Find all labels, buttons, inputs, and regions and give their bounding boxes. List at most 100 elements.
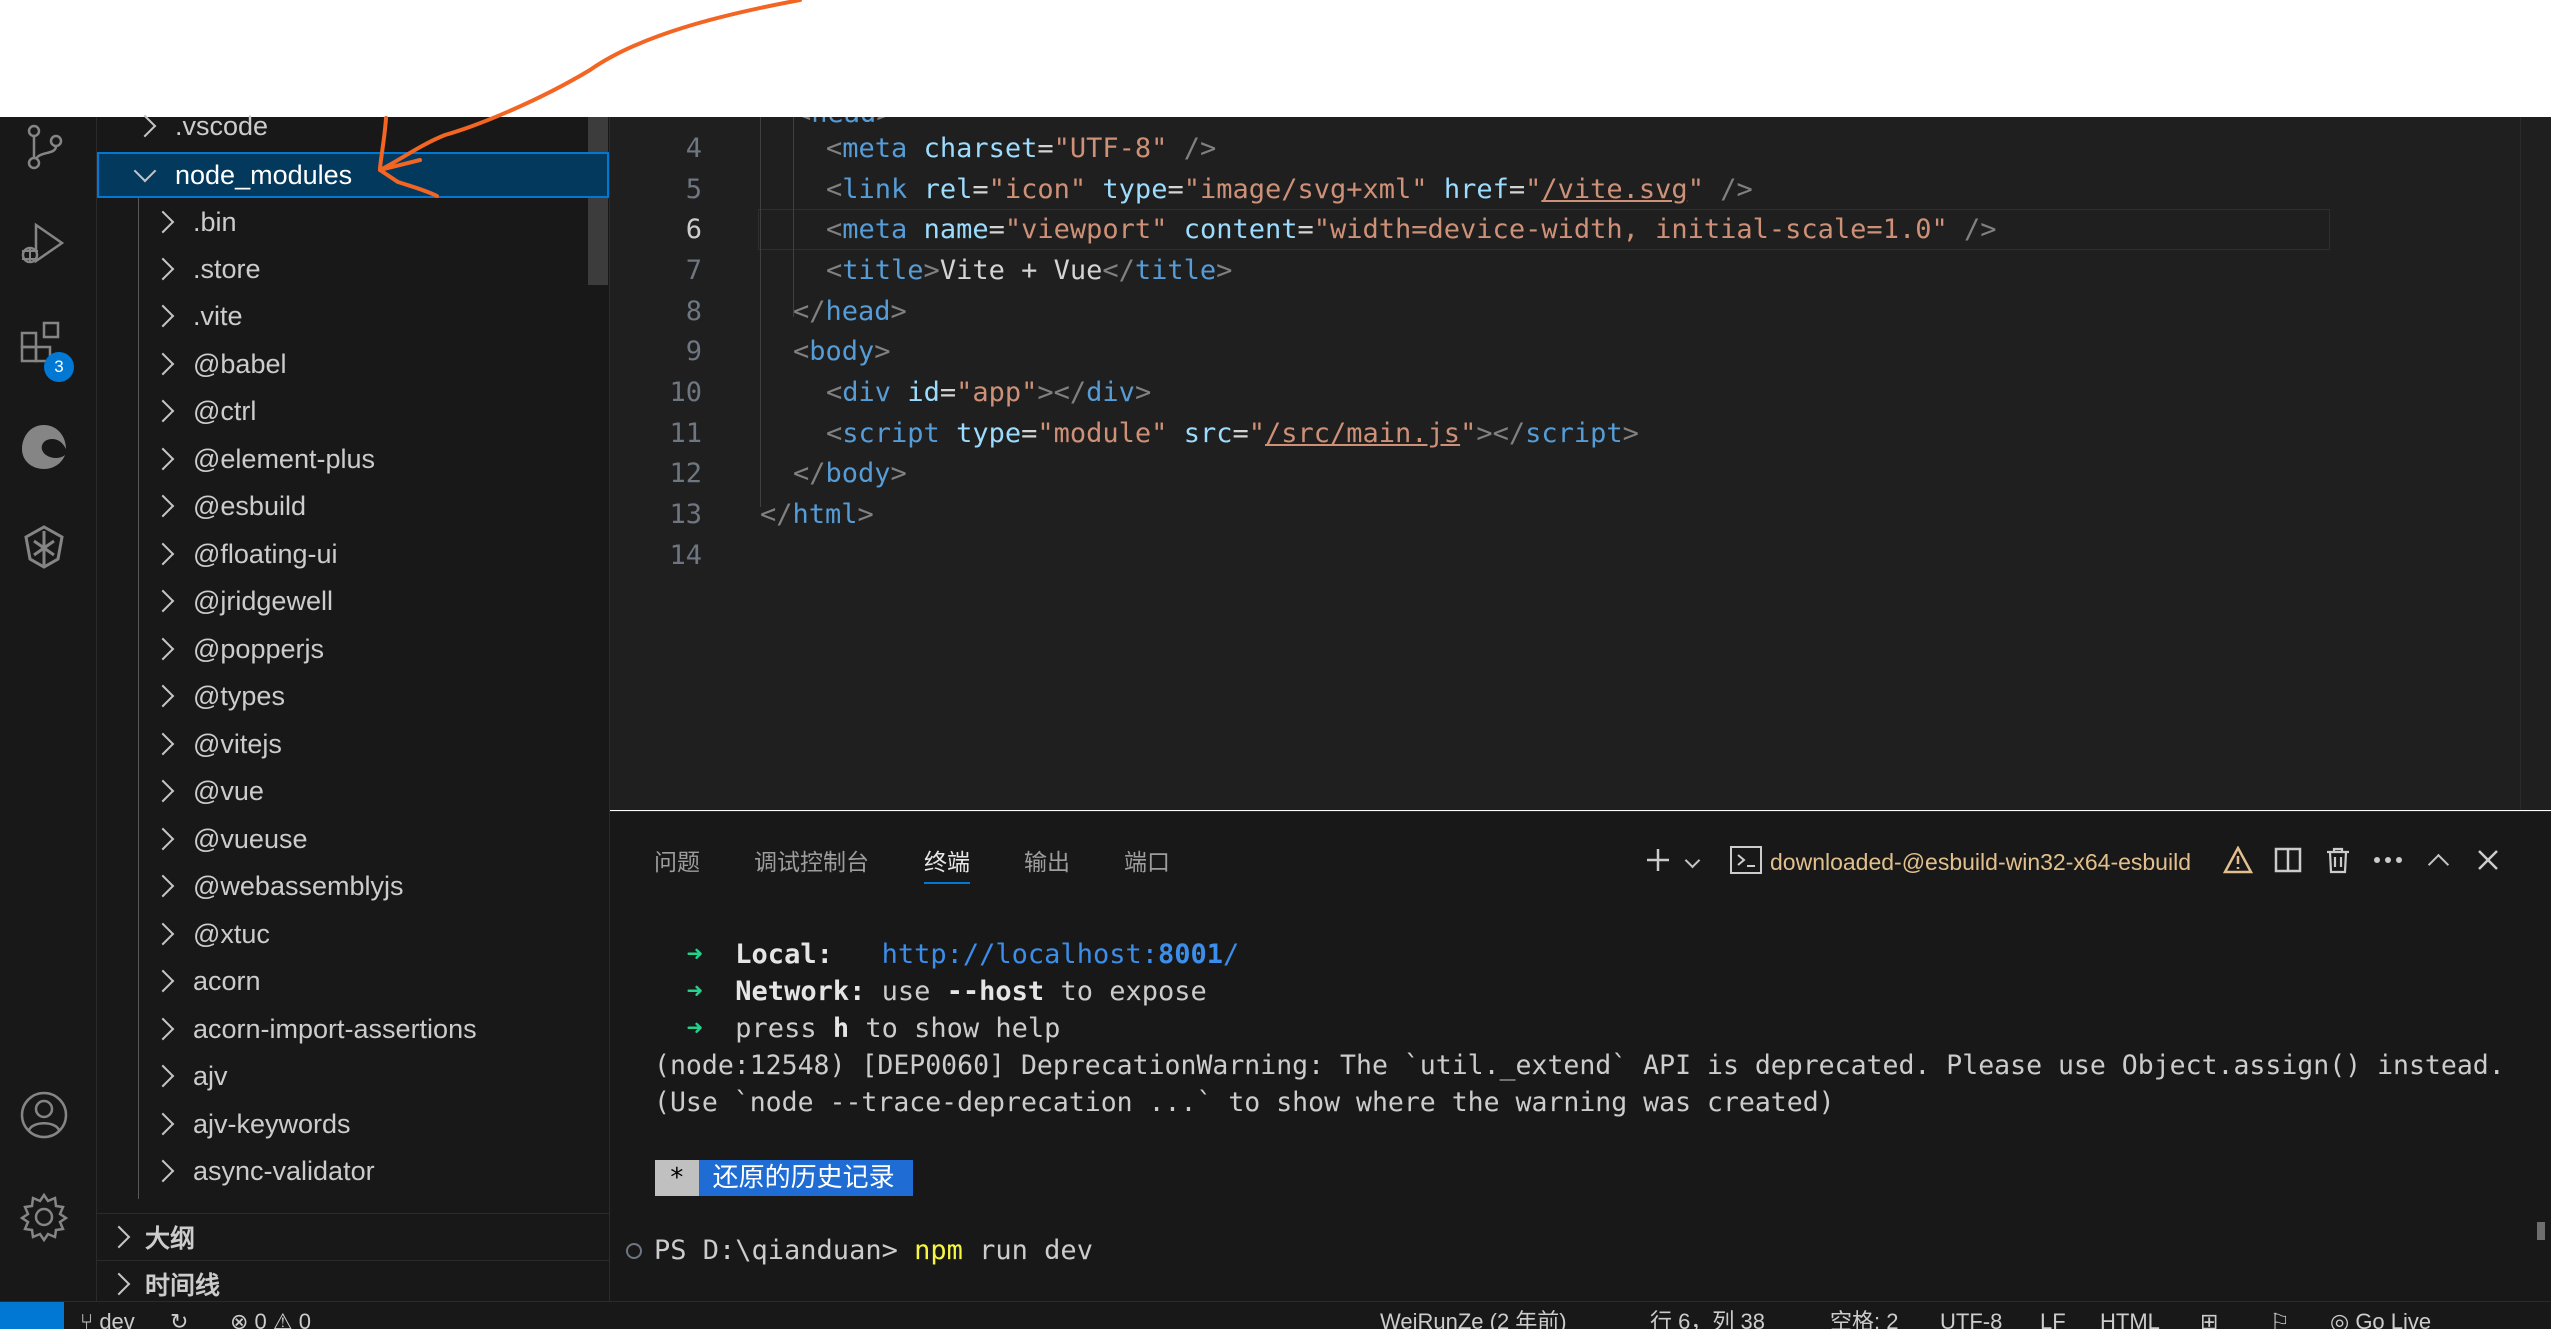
chevron-right-icon: [151, 447, 175, 471]
tab-terminal[interactable]: 终端: [924, 842, 970, 884]
tree-folder-item[interactable]: @vue: [97, 768, 264, 814]
line-number: 14: [669, 540, 702, 571]
git-blame-status[interactable]: WeiRunZe (2 年前): [1380, 1302, 1567, 1329]
screenshot-top-margin: [0, 0, 2551, 117]
chevron-right-icon: [151, 827, 175, 851]
settings-gear-icon[interactable]: [14, 1187, 74, 1247]
outline-section-header[interactable]: 大纲: [97, 1213, 609, 1259]
tree-folder-item[interactable]: ajv: [97, 1053, 228, 1099]
tab-output[interactable]: 输出: [1024, 842, 1070, 882]
tree-folder-item[interactable]: @babel: [97, 341, 286, 387]
encoding-status[interactable]: UTF-8: [1940, 1302, 2002, 1329]
notifications-icon[interactable]: ⚐: [2270, 1302, 2290, 1329]
tree-folder-item[interactable]: @esbuild: [97, 483, 306, 529]
terminal-scrollbar[interactable]: [2537, 1222, 2545, 1240]
tree-folder-node-modules[interactable]: node_modules: [97, 152, 609, 198]
tree-folder-vscode[interactable]: .vscode: [97, 103, 627, 149]
split-icon: [2274, 847, 2302, 873]
chevron-right-icon: [151, 779, 175, 803]
kill-terminal-button[interactable]: [2316, 838, 2360, 882]
editor-scrollbar[interactable]: [2520, 117, 2551, 810]
indentation-status[interactable]: 空格: 2: [1830, 1302, 1898, 1329]
remote-indicator-button[interactable]: [0, 1302, 64, 1329]
split-terminal-button[interactable]: [2266, 838, 2310, 882]
chevron-right-icon: [151, 732, 175, 756]
tab-ports[interactable]: 端口: [1124, 842, 1170, 882]
cursor-position-status[interactable]: 行 6，列 38: [1650, 1302, 1765, 1329]
language-mode-status[interactable]: HTML: [2100, 1302, 2160, 1329]
chevron-right-icon: [151, 1112, 175, 1136]
command-decoration-icon[interactable]: [626, 1243, 642, 1259]
code-editor[interactable]: <head> 4 5 6 7 8 9 10 11 12 13 14 <meta …: [610, 117, 2551, 810]
terminal-prompt-line[interactable]: PS D:\qianduan> npm run dev: [654, 1232, 1093, 1269]
tree-folder-item[interactable]: .store: [97, 246, 261, 292]
tree-folder-item[interactable]: @xtuc: [97, 911, 270, 957]
warning-icon: [2216, 838, 2260, 882]
tree-folder-item[interactable]: @element-plus: [97, 436, 375, 482]
line-number: 13: [669, 499, 702, 530]
chevron-right-icon: [133, 114, 157, 138]
chevron-right-icon: [107, 1272, 131, 1295]
code-line-8: </head>: [793, 296, 907, 327]
more-actions-button[interactable]: [2366, 838, 2410, 882]
timeline-section-header[interactable]: 时间线: [97, 1260, 609, 1306]
line-number: 7: [685, 255, 702, 286]
tree-folder-item[interactable]: @ctrl: [97, 388, 256, 434]
extensions-badge: 3: [44, 352, 74, 382]
status-bar: ⑂ dev ↻ ⊗ 0 ⚠ 0 WeiRunZe (2 年前) 行 6，列 38…: [0, 1301, 2551, 1329]
close-panel-button[interactable]: [2466, 838, 2510, 882]
tree-folder-item[interactable]: acorn: [97, 958, 261, 1004]
code-line-7: <title>Vite + Vue</title>: [826, 255, 1233, 286]
tree-folder-item[interactable]: .bin: [97, 199, 237, 245]
activity-bar: 3: [0, 117, 97, 1301]
tree-folder-item[interactable]: .vite: [97, 293, 243, 339]
tab-problems[interactable]: 问题: [654, 842, 700, 882]
problems-status[interactable]: ⊗ 0 ⚠ 0: [230, 1302, 311, 1329]
tree-folder-item[interactable]: @jridgewell: [97, 578, 333, 624]
code-line-10: <div id="app"></div>: [826, 377, 1152, 408]
tree-folder-item[interactable]: ajv-keywords: [97, 1101, 351, 1147]
chevron-right-icon: [151, 542, 175, 566]
chevron-right-icon: [151, 399, 175, 423]
go-live-status[interactable]: ◎ Go Live: [2330, 1302, 2431, 1329]
tree-folder-item[interactable]: @types: [97, 673, 285, 719]
new-terminal-button[interactable]: [1640, 838, 1676, 882]
localhost-link[interactable]: http://localhost:8001/: [882, 939, 1240, 970]
run-debug-icon[interactable]: [14, 213, 74, 273]
eol-status[interactable]: LF: [2040, 1302, 2066, 1329]
tree-folder-item[interactable]: @popperjs: [97, 626, 324, 672]
restored-history-banner: * 还原的历史记录: [655, 1160, 913, 1196]
maximize-panel-button[interactable]: [2416, 838, 2460, 882]
code-line-11: <script type="module" src="/src/main.js"…: [826, 418, 1639, 449]
chevron-right-icon: [151, 874, 175, 898]
tree-folder-item[interactable]: @floating-ui: [97, 531, 337, 577]
code-line-13: </html>: [760, 499, 874, 530]
code-line-5: <link rel="icon" type="image/svg+xml" hr…: [826, 174, 1753, 205]
branch-status[interactable]: ⑂ dev: [80, 1302, 135, 1329]
tree-folder-item[interactable]: @vitejs: [97, 721, 282, 767]
terminal-name[interactable]: downloaded-@esbuild-win32-x64-esbuild: [1770, 842, 2191, 882]
chevron-right-icon: [107, 1225, 131, 1248]
chevron-right-icon: [151, 210, 175, 234]
chevron-right-icon: [151, 1064, 175, 1088]
terminal-line-local: ➜ Local: http://localhost:8001/: [686, 939, 1240, 970]
tree-folder-item[interactable]: acorn-import-assertions: [97, 1006, 477, 1052]
terminal-icon: [1724, 838, 1768, 882]
sync-icon[interactable]: ↻: [170, 1302, 188, 1329]
terminal-line-warning: (node:12548) [DEP0060] DeprecationWarnin…: [654, 1050, 2505, 1081]
chevron-down-icon: [133, 159, 157, 183]
tree-folder-item[interactable]: @webassemblyjs: [97, 863, 403, 909]
edge-icon[interactable]: [14, 417, 74, 477]
tab-debug-console[interactable]: 调试控制台: [754, 842, 869, 882]
account-icon[interactable]: [14, 1085, 74, 1145]
chevron-right-icon: [151, 969, 175, 993]
code-line-6: <meta name="viewport" content="width=dev…: [826, 214, 1997, 245]
tree-folder-item[interactable]: async-validator: [97, 1148, 375, 1194]
terminal-line-help: ➜ press h to show help: [686, 1013, 1061, 1044]
layout-icon[interactable]: ⊞: [2200, 1302, 2218, 1329]
terminal-dropdown-button[interactable]: [1680, 838, 1704, 882]
tree-folder-item[interactable]: @vueuse: [97, 816, 307, 862]
warning-icon: ⚠: [266, 1309, 299, 1329]
source-control-icon[interactable]: [14, 117, 74, 177]
remote-explorer-icon[interactable]: [14, 517, 74, 577]
